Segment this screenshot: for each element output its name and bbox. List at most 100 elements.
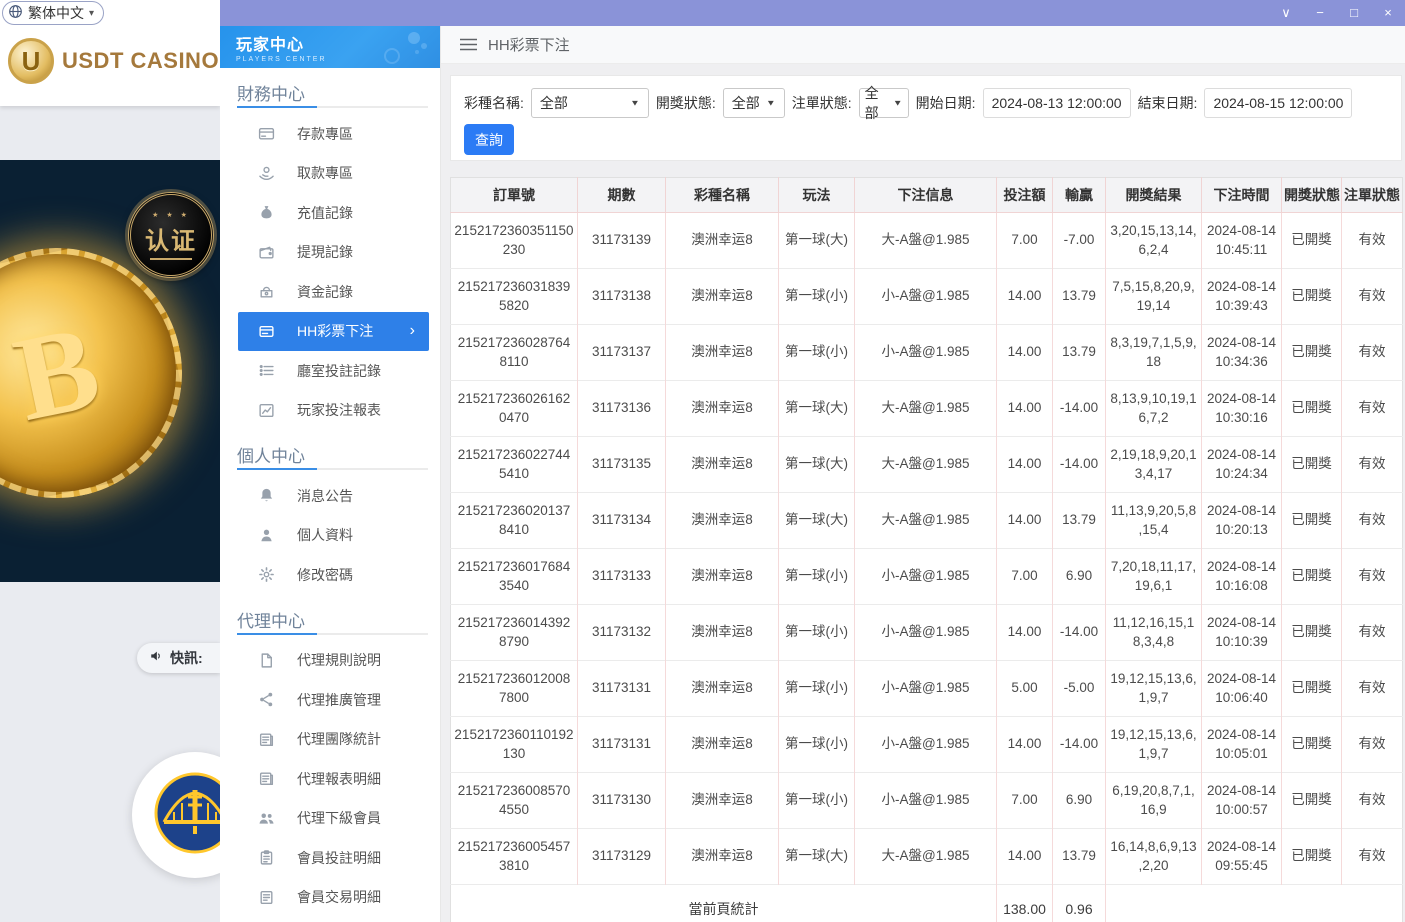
sidebar-item[interactable]: 會員交易明細 [238,878,429,918]
language-selector[interactable]: 繁体中文 ▾ [2,1,104,25]
table-row: 215217236014392879031173132澳洲幸运8第一球(小)小-… [451,605,1403,661]
table-cell: 31173131 [578,661,666,717]
table-cell: 2152172360351150230 [451,213,578,269]
table-cell: 2024-08-14 10:20:13 [1202,493,1282,549]
table-cell: 7.00 [997,549,1053,605]
table-cell: 6,19,20,8,7,1,16,9 [1106,773,1202,829]
table-cell: -14.00 [1053,437,1106,493]
table-cell: 已開獎 [1282,717,1342,773]
table-cell: 小-A盤@1.985 [855,549,997,605]
share-icon [258,691,275,708]
table-cell: 澳洲幸运8 [666,437,779,493]
end-date-input[interactable] [1204,88,1352,118]
table-cell: 已開獎 [1282,829,1342,885]
sidebar-item[interactable]: 提現記錄 [238,233,429,273]
table-cell: 14.00 [997,325,1053,381]
sidebar-item[interactable]: 個人資料 [238,516,429,556]
usdt-medal-icon: U [8,38,54,84]
table-cell: 已開獎 [1282,437,1342,493]
table-cell: 2152172360120087800 [451,661,578,717]
lottery-select[interactable]: 全部▼ [531,88,649,118]
menu-toggle-icon[interactable] [460,38,477,51]
sidebar-item[interactable]: 廳室投註記錄 [238,351,429,391]
sidebar-item[interactable]: 取款專區 [238,154,429,194]
table-row: 215217236022744541031173135澳洲幸运8第一球(大)大-… [451,437,1403,493]
table-cell: 澳洲幸运8 [666,829,779,885]
table-cell: 2152172360287648110 [451,325,578,381]
window-minimize-button[interactable]: − [1303,0,1337,26]
table-cell: 2024-08-14 10:06:40 [1202,661,1282,717]
deposit-card-icon [258,125,275,142]
table-cell: 31173135 [578,437,666,493]
sidebar-item[interactable]: 消息公告 [238,476,429,516]
sidebar-item-label: 個人資料 [297,525,353,545]
window-restore-button[interactable]: ∨ [1269,0,1303,26]
start-date-label: 開始日期: [916,93,976,113]
table-cell: 31173130 [578,773,666,829]
certified-badge: ★ ★ ★ 认证 [128,192,214,278]
table-cell: 小-A盤@1.985 [855,661,997,717]
table-cell: 澳洲幸运8 [666,717,779,773]
sidebar-item[interactable]: 代理團隊統計 [238,720,429,760]
table-row: 215217236026162047031173136澳洲幸运8第一球(大)大-… [451,381,1403,437]
section-divider [237,106,428,108]
window-close-button[interactable]: × [1371,0,1405,26]
select-caret-icon: ▼ [766,99,776,108]
select-caret-icon: ▼ [630,99,640,108]
sidebar-item[interactable]: 資金記錄 [238,272,429,312]
table-cell: 澳洲幸运8 [666,605,779,661]
sidebar-item[interactable]: 代理規則說明 [238,641,429,681]
main-content: HH彩票下注 彩種名稱: 全部▼ 開獎狀態: 全部▼ 注單狀態: 全部▼ 開始日… [440,26,1405,922]
sidebar-item-label: 代理下級會員 [297,808,381,828]
sidebar-item[interactable]: 會員投註明細 [238,838,429,878]
sidebar-item[interactable]: 存款專區 [238,114,429,154]
search-button[interactable]: 查詢 [464,124,514,155]
table-cell: 澳洲幸运8 [666,661,779,717]
start-date-input[interactable] [983,88,1131,118]
sidebar-item[interactable]: HH彩票下注› [238,312,429,352]
brand-card: 繁体中文 ▾ U USDT CASINO [0,0,220,106]
table-cell: 2152172360143928790 [451,605,578,661]
table-cell: -14.00 [1053,717,1106,773]
sidebar-item[interactable]: 修改密碼 [238,555,429,595]
table-row: 215217236031839582031173138澳洲幸运8第一球(小)小-… [451,269,1403,325]
window-maximize-button[interactable]: □ [1337,0,1371,26]
table-cell: 13.79 [1053,325,1106,381]
sidebar-item[interactable]: 代理下級會員 [238,799,429,839]
table-cell: 2152172360085704550 [451,773,578,829]
table-row: 215217236008570455031173130澳洲幸运8第一球(小)小-… [451,773,1403,829]
table-cell: 大-A盤@1.985 [855,213,997,269]
draw-status-label: 開獎狀態: [656,93,716,113]
sidebar-item[interactable]: 充值記錄 [238,193,429,233]
sidebar-item[interactable]: 代理報表明細 [238,759,429,799]
table-row: 215217236017684354031173133澳洲幸运8第一球(小)小-… [451,549,1403,605]
table-cell: 7.00 [997,213,1053,269]
news-ticker[interactable]: 快訊: [137,643,220,673]
table-cell: 6.90 [1053,773,1106,829]
globe-icon [8,4,23,22]
column-header: 下注時間 [1202,178,1282,213]
table-cell: 已開獎 [1282,773,1342,829]
sidebar-item[interactable]: 代理推廣管理 [238,680,429,720]
window-titlebar: ∨ − □ × [220,0,1405,26]
table-row: 215217236005457381031173129澳洲幸运8第一球(大)大-… [451,829,1403,885]
table-cell: 澳洲幸运8 [666,493,779,549]
sidebar-item-label: 取款專區 [297,163,353,183]
table-row: 215217236020137841031173134澳洲幸运8第一球(大)大-… [451,493,1403,549]
table-cell: 大-A盤@1.985 [855,437,997,493]
end-date-label: 結束日期: [1138,93,1198,113]
table-cell: 大-A盤@1.985 [855,381,997,437]
member-bet-icon [258,849,275,866]
sidebar-item-label: HH彩票下注 [297,321,373,341]
table-cell: 7.00 [997,773,1053,829]
table-cell: 14.00 [997,493,1053,549]
draw-status-select[interactable]: 全部▼ [723,88,785,118]
sidebar-item-label: 存款專區 [297,124,353,144]
brand-name: USDT CASINO [62,48,219,74]
order-status-select[interactable]: 全部▼ [859,88,909,118]
table-cell: 7,5,15,8,20,9,19,14 [1106,269,1202,325]
brand-logo: U USDT CASINO [8,38,219,84]
section-title: 個人中心 [237,442,423,466]
table-cell: 已開獎 [1282,605,1342,661]
sidebar-item[interactable]: 玩家投注報表 [238,391,429,431]
